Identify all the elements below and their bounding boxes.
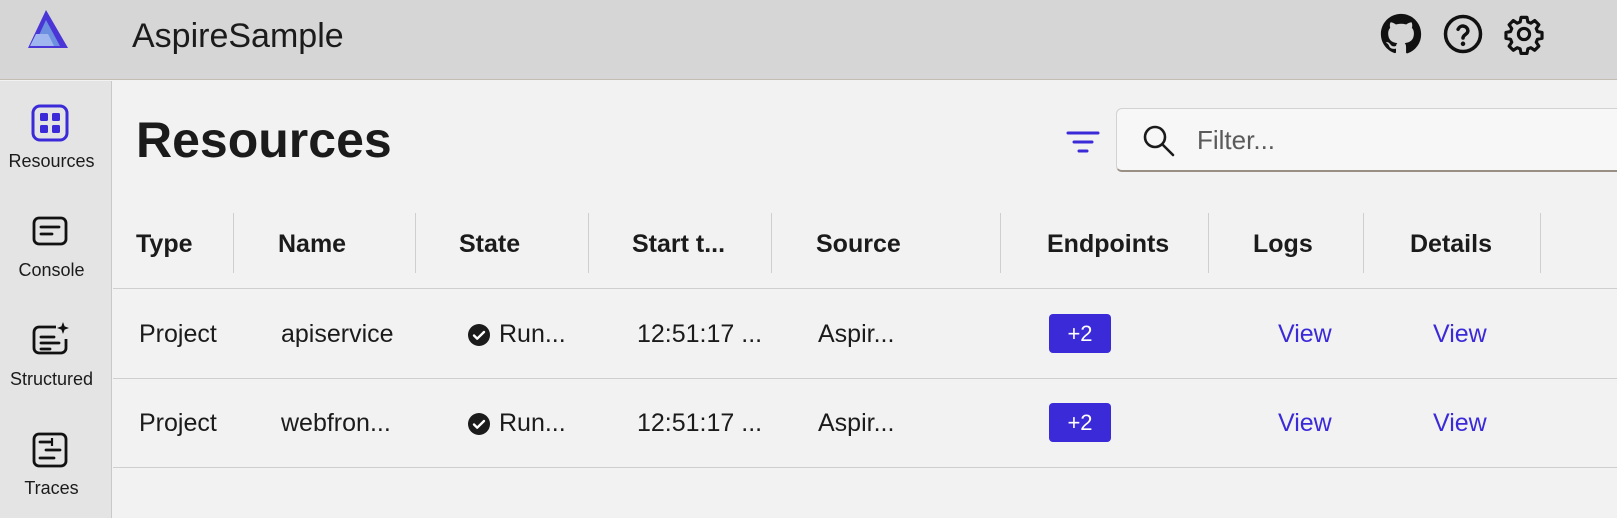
state-text: Run...	[499, 320, 566, 348]
cell-state: Run...	[467, 379, 566, 468]
sidebar-item-structured[interactable]: Structured	[0, 321, 112, 421]
cell-type: Project	[139, 320, 217, 348]
sidebar-item-label: Console	[18, 260, 85, 280]
filter-icon[interactable]	[1065, 125, 1101, 161]
sidebar-item-label: Structured	[9, 369, 94, 389]
column-resize-handle[interactable]	[1540, 213, 1541, 273]
sidebar-nav: Resources Console Structured Traces	[0, 81, 112, 518]
column-resize-handle[interactable]	[771, 213, 772, 273]
details-view-link[interactable]: View	[1433, 290, 1487, 379]
details-view-link[interactable]: View	[1433, 379, 1487, 468]
github-icon[interactable]	[1380, 13, 1422, 55]
help-icon[interactable]	[1442, 13, 1484, 55]
logs-view-link[interactable]: View	[1278, 290, 1332, 379]
endpoints-badge[interactable]: +2	[1049, 314, 1111, 353]
settings-icon[interactable]	[1503, 13, 1545, 55]
state-text: Run...	[499, 409, 566, 437]
console-icon	[30, 212, 70, 252]
cell-name: apiservice	[281, 320, 394, 348]
column-header-type[interactable]: Type	[136, 211, 193, 289]
column-resize-handle[interactable]	[1363, 213, 1364, 273]
column-resize-handle[interactable]	[1000, 213, 1001, 273]
column-resize-handle[interactable]	[415, 213, 416, 273]
logs-view-link[interactable]: View	[1278, 379, 1332, 468]
column-header-endpoints[interactable]: Endpoints	[1047, 211, 1169, 289]
sidebar-item-resources[interactable]: Resources	[0, 103, 112, 203]
top-header: AspireSample	[0, 0, 1617, 80]
column-resize-handle[interactable]	[1208, 213, 1209, 273]
column-header-source[interactable]: Source	[816, 211, 901, 289]
table-row[interactable]: Project webfron... Run... 12:51:17 ... A…	[113, 379, 1617, 468]
column-resize-handle[interactable]	[588, 213, 589, 273]
sidebar-item-traces[interactable]: Traces	[0, 430, 112, 518]
sidebar-item-label: Traces	[24, 478, 79, 498]
column-header-details[interactable]: Details	[1410, 211, 1492, 289]
search-input[interactable]	[1197, 121, 1617, 159]
column-header-logs[interactable]: Logs	[1253, 211, 1313, 289]
resources-grid-icon	[30, 103, 70, 143]
column-resize-handle[interactable]	[233, 213, 234, 273]
aspire-logo-icon[interactable]	[24, 8, 80, 56]
structured-logs-icon	[30, 321, 70, 361]
app-title: AspireSample	[132, 17, 344, 55]
column-header-state[interactable]: State	[459, 211, 520, 289]
grid-header-row: Type Name State Start t... Source Endpoi…	[113, 211, 1617, 289]
cell-source: Aspir...	[818, 320, 895, 348]
column-header-name[interactable]: Name	[278, 211, 346, 289]
check-circle-icon	[467, 412, 491, 436]
main-content: Resources Type Name State Start t... Sou…	[113, 81, 1617, 518]
page-title: Resources	[136, 112, 392, 168]
sidebar-item-console[interactable]: Console	[0, 212, 112, 312]
traces-icon	[30, 430, 70, 470]
endpoints-badge[interactable]: +2	[1049, 403, 1111, 442]
cell-state: Run...	[467, 290, 566, 379]
cell-type: Project	[139, 409, 217, 437]
table-row[interactable]: Project apiservice Run... 12:51:17 ... A…	[113, 290, 1617, 379]
cell-name: webfron...	[281, 409, 391, 437]
search-icon	[1141, 123, 1177, 159]
cell-source: Aspir...	[818, 409, 895, 437]
sidebar-item-label: Resources	[8, 151, 95, 171]
check-circle-icon	[467, 323, 491, 347]
cell-start-time: 12:51:17 ...	[637, 409, 763, 437]
column-header-start-time[interactable]: Start t...	[632, 211, 725, 289]
search-box	[1116, 108, 1617, 172]
cell-start-time: 12:51:17 ...	[637, 320, 763, 348]
